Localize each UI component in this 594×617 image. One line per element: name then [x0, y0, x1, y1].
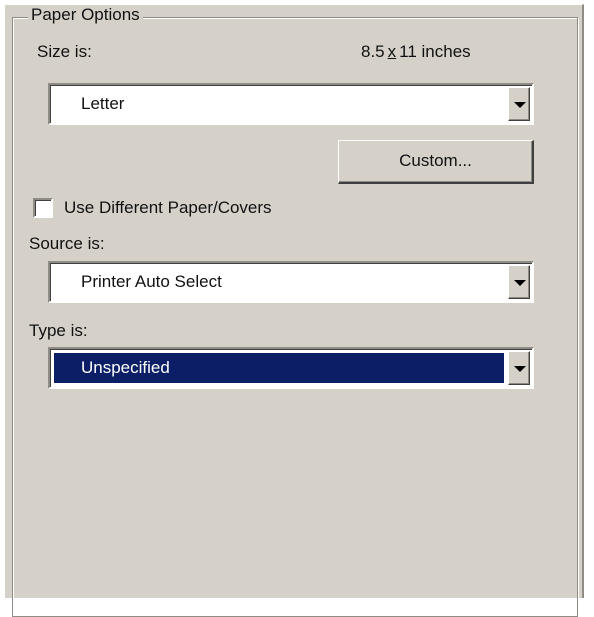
- use-different-paper-label[interactable]: Use Different Paper/Covers: [64, 198, 272, 218]
- size-label: Size is:: [37, 42, 92, 61]
- type-dropdown-value: Unspecified: [54, 353, 504, 383]
- type-dropdown-button[interactable]: [508, 351, 530, 385]
- source-dropdown[interactable]: Printer Auto Select: [48, 261, 534, 303]
- paper-width-value: 8.5: [361, 42, 385, 61]
- chevron-down-icon: [514, 366, 526, 372]
- dialog-frame: Paper Options Size is: 8.5 x 11 inches Let…: [0, 0, 594, 617]
- size-dropdown-button[interactable]: [508, 87, 530, 121]
- paper-height-value: 11 inches: [399, 42, 471, 61]
- use-different-paper-checkbox[interactable]: [33, 198, 53, 218]
- source-label: Source is:: [29, 234, 105, 253]
- type-label: Type is:: [29, 321, 88, 340]
- chevron-down-icon: [514, 102, 526, 108]
- source-dropdown-value: Printer Auto Select: [81, 272, 222, 291]
- type-dropdown[interactable]: Unspecified: [48, 347, 534, 389]
- paper-dimensions: 8.5 x 11 inches: [361, 42, 471, 62]
- size-dropdown[interactable]: Letter: [48, 83, 534, 125]
- size-dropdown-value: Letter: [81, 94, 125, 113]
- source-dropdown-button[interactable]: [508, 265, 530, 299]
- custom-button[interactable]: Custom...: [338, 140, 534, 184]
- times-symbol: x: [387, 42, 397, 61]
- paper-options-panel: Paper Options Size is: 8.5 x 11 inches Let…: [4, 4, 584, 617]
- group-title: Paper Options: [28, 5, 143, 25]
- chevron-down-icon: [514, 280, 526, 286]
